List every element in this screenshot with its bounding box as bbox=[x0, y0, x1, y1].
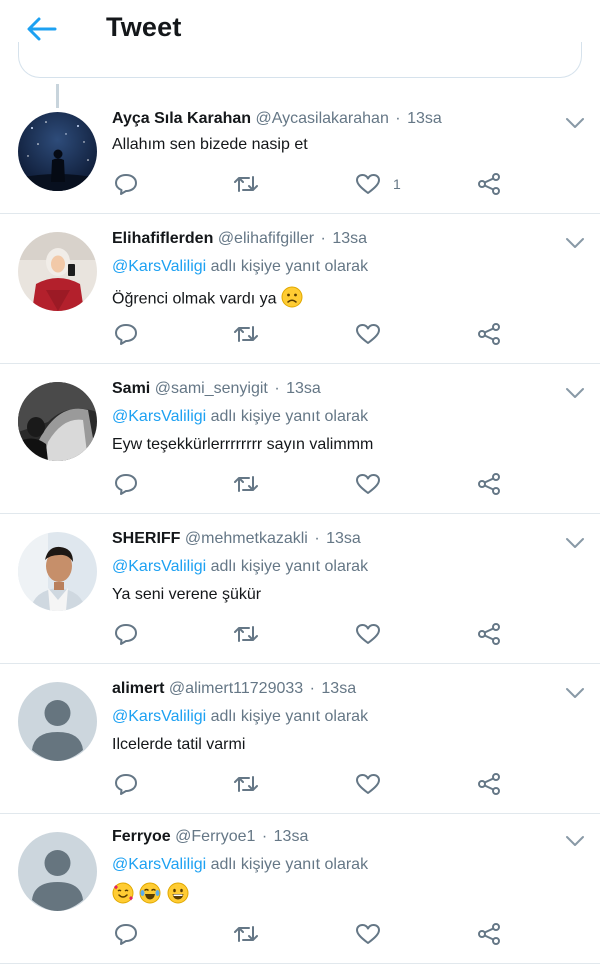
reply-icon[interactable] bbox=[113, 772, 139, 796]
reply-context: @KarsValiligi adlı kişiye yanıt olarak bbox=[112, 558, 368, 576]
reply-context-label: adlı kişiye yanıt olarak bbox=[210, 708, 369, 725]
reply-icon[interactable] bbox=[113, 322, 139, 346]
display-name[interactable]: Sami bbox=[112, 380, 150, 397]
share-icon[interactable] bbox=[476, 322, 502, 346]
tweet-text: Eyw teşekkürlerrrrrrrr sayın valimmm bbox=[112, 436, 374, 453]
reply-context: @KarsValiligi adlı kişiye yanıt olarak bbox=[112, 856, 368, 874]
heart-icon[interactable] bbox=[355, 172, 381, 196]
tweet-text: Ya seni verene şükür bbox=[112, 586, 262, 603]
reply-context: @KarsValiligi adlı kişiye yanıt olarak bbox=[112, 408, 368, 426]
display-name[interactable]: Elihafiflerden bbox=[112, 230, 213, 247]
tweet-item[interactable]: Ferryoe @Ferryoe1 · 13sa @KarsValiligi a… bbox=[0, 814, 600, 964]
heart-icon[interactable] bbox=[355, 622, 381, 646]
reply-context-label: adlı kişiye yanıt olarak bbox=[210, 408, 369, 425]
user-handle[interactable]: @mehmetkazakli bbox=[185, 530, 308, 547]
reply-context: @KarsValiligi adlı kişiye yanıt olarak bbox=[112, 708, 368, 726]
tweet-header: alimert @alimert11729033 · 13sa bbox=[112, 680, 357, 697]
reply-icon[interactable] bbox=[113, 622, 139, 646]
tweet-text: Ilcelerde tatil varmi bbox=[112, 736, 246, 753]
reply-context-label: adlı kişiye yanıt olarak bbox=[210, 558, 369, 575]
heart-icon[interactable] bbox=[355, 772, 381, 796]
reply-icon[interactable] bbox=[113, 472, 139, 496]
reply-context-label: adlı kişiye yanıt olarak bbox=[210, 856, 369, 873]
tweet-text-row: Öğrenci olmak vardı ya bbox=[112, 286, 304, 313]
tweet-header: Elihafiflerden @elihafifgiller · 13sa bbox=[112, 230, 368, 247]
slightly-frowning-face-icon bbox=[281, 286, 303, 313]
avatar[interactable] bbox=[18, 112, 97, 191]
avatar[interactable] bbox=[18, 832, 97, 911]
chevron-down-icon[interactable] bbox=[564, 116, 586, 130]
chevron-down-icon[interactable] bbox=[564, 686, 586, 700]
reply-icon[interactable] bbox=[113, 922, 139, 946]
face-with-tears-of-joy-icon bbox=[139, 882, 161, 909]
chevron-down-icon[interactable] bbox=[564, 536, 586, 550]
tweet-item[interactable]: SHERIFF @mehmetkazakli · 13sa @KarsValil… bbox=[0, 514, 600, 664]
tweet-time[interactable]: 13sa bbox=[321, 680, 356, 697]
like-count: 1 bbox=[393, 176, 401, 192]
tweet-time[interactable]: 13sa bbox=[274, 828, 309, 845]
chevron-down-icon[interactable] bbox=[564, 236, 586, 250]
tweet-text: Allahım sen bizede nasip et bbox=[112, 136, 308, 153]
tweet-text: Öğrenci olmak vardı ya bbox=[112, 290, 277, 308]
tweet-emoji-row bbox=[112, 882, 190, 909]
mention-link[interactable]: @KarsValiligi bbox=[112, 258, 206, 275]
user-handle[interactable]: @elihafifgiller bbox=[218, 230, 314, 247]
user-handle[interactable]: @Aycasilakarahan bbox=[255, 110, 388, 127]
page-title: Tweet bbox=[106, 12, 182, 42]
tweet-time[interactable]: 13sa bbox=[332, 230, 367, 247]
tweet-time[interactable]: 13sa bbox=[407, 110, 442, 127]
tweet-header: SHERIFF @mehmetkazakli · 13sa bbox=[112, 530, 361, 547]
avatar[interactable] bbox=[18, 532, 97, 611]
display-name[interactable]: Ayça Sıla Karahan bbox=[112, 110, 251, 127]
share-icon[interactable] bbox=[476, 922, 502, 946]
tweet-header: Sami @sami_senyigit · 13sa bbox=[112, 380, 321, 397]
mention-link[interactable]: @KarsValiligi bbox=[112, 408, 206, 425]
retweet-icon[interactable] bbox=[233, 772, 259, 796]
tweet-item[interactable]: Ayça Sıla Karahan @Aycasilakarahan · 13s… bbox=[0, 96, 600, 214]
reply-context-label: adlı kişiye yanıt olarak bbox=[210, 258, 369, 275]
display-name[interactable]: Ferryoe bbox=[112, 828, 171, 845]
tweet-item[interactable]: alimert @alimert11729033 · 13sa @KarsVal… bbox=[0, 664, 600, 814]
display-name[interactable]: alimert bbox=[112, 680, 164, 697]
tweet-time[interactable]: 13sa bbox=[326, 530, 361, 547]
share-icon[interactable] bbox=[476, 172, 502, 196]
tweet-header: Ayça Sıla Karahan @Aycasilakarahan · 13s… bbox=[112, 110, 442, 127]
avatar[interactable] bbox=[18, 682, 97, 761]
share-icon[interactable] bbox=[476, 772, 502, 796]
retweet-icon[interactable] bbox=[233, 172, 259, 196]
user-handle[interactable]: @alimert11729033 bbox=[169, 680, 303, 697]
share-icon[interactable] bbox=[476, 472, 502, 496]
heart-icon[interactable] bbox=[355, 922, 381, 946]
reply-icon[interactable] bbox=[113, 172, 139, 196]
mention-link[interactable]: @KarsValiligi bbox=[112, 856, 206, 873]
tweet-time[interactable]: 13sa bbox=[286, 380, 321, 397]
reply-context: @KarsValiligi adlı kişiye yanıt olarak bbox=[112, 258, 368, 276]
mention-link[interactable]: @KarsValiligi bbox=[112, 558, 206, 575]
tweet-item[interactable]: Elihafiflerden @elihafifgiller · 13sa @K… bbox=[0, 214, 600, 364]
original-tweet-card-edge bbox=[18, 42, 582, 78]
arrow-left-icon[interactable] bbox=[24, 14, 58, 44]
retweet-icon[interactable] bbox=[233, 622, 259, 646]
retweet-icon[interactable] bbox=[233, 322, 259, 346]
heart-icon[interactable] bbox=[355, 322, 381, 346]
smiling-face-with-hearts-icon bbox=[112, 882, 134, 909]
chevron-down-icon[interactable] bbox=[564, 386, 586, 400]
user-handle[interactable]: @Ferryoe1 bbox=[175, 828, 255, 845]
heart-icon[interactable] bbox=[355, 472, 381, 496]
tweet-item[interactable]: Sami @sami_senyigit · 13sa @KarsValiligi… bbox=[0, 364, 600, 514]
mention-link[interactable]: @KarsValiligi bbox=[112, 708, 206, 725]
user-handle[interactable]: @sami_senyigit bbox=[155, 380, 268, 397]
grinning-face-icon bbox=[167, 882, 189, 909]
retweet-icon[interactable] bbox=[233, 922, 259, 946]
display-name[interactable]: SHERIFF bbox=[112, 530, 180, 547]
tweet-header: Ferryoe @Ferryoe1 · 13sa bbox=[112, 828, 309, 845]
retweet-icon[interactable] bbox=[233, 472, 259, 496]
chevron-down-icon[interactable] bbox=[564, 834, 586, 848]
avatar[interactable] bbox=[18, 232, 97, 311]
avatar[interactable] bbox=[18, 382, 97, 461]
share-icon[interactable] bbox=[476, 622, 502, 646]
